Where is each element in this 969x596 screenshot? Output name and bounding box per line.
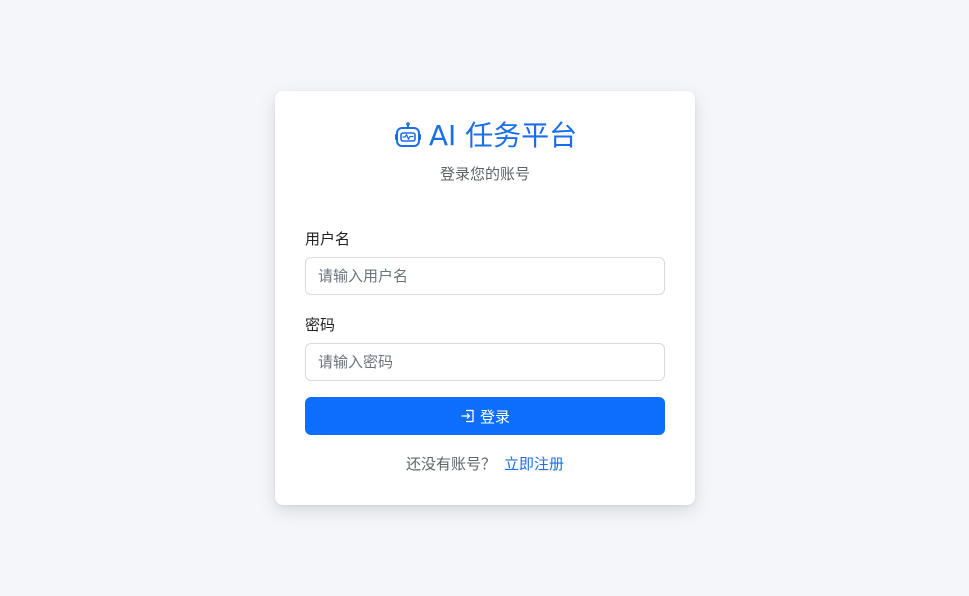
login-subtitle: 登录您的账号 xyxy=(439,165,530,183)
login-icon xyxy=(460,408,476,424)
login-card: AI 任务平台 登录您的账号 用户名 密码 登录 还没有账号？ 立即注册 xyxy=(275,91,695,505)
username-label: 用户名 xyxy=(305,230,351,248)
login-button[interactable]: 登录 xyxy=(305,397,665,435)
register-link[interactable]: 立即注册 xyxy=(504,455,564,473)
register-prompt: 还没有账号？ 立即注册 xyxy=(275,453,695,474)
password-input[interactable] xyxy=(305,343,665,381)
app-title: AI 任务平台 xyxy=(428,119,578,152)
robot-icon xyxy=(393,121,423,151)
username-input[interactable] xyxy=(305,257,665,295)
brand: AI 任务平台 xyxy=(275,119,695,153)
register-prompt-text: 还没有账号？ xyxy=(405,455,496,473)
password-label: 密码 xyxy=(305,316,336,334)
login-button-label: 登录 xyxy=(479,407,510,426)
